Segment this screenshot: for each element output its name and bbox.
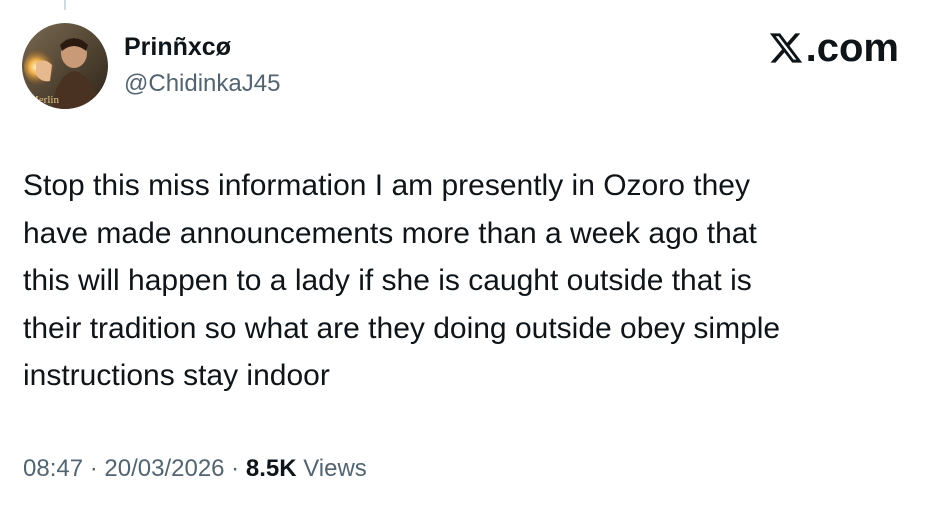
views-count: 8.5K (245, 455, 297, 482)
tweet-meta: 08:47 · 20/03/2026 · 8.5K Views (23, 455, 367, 483)
avatar-image: Merlin (22, 23, 108, 109)
tweet-line: Stop this miss information I am presentl… (23, 169, 750, 202)
avatar[interactable]: Merlin (22, 23, 108, 109)
thread-connector-line (64, 0, 66, 10)
x-logo-icon (769, 33, 802, 63)
tweet-time[interactable]: 08:47 (23, 455, 83, 482)
tweet-text: Stop this miss information I am presentl… (23, 162, 928, 400)
tweet-line: have made announcements more than a week… (23, 216, 757, 250)
meta-separator: · (224, 455, 246, 482)
brand-domain-text: .com (805, 26, 899, 70)
author-display-name[interactable]: Prinñxcø (124, 33, 231, 62)
avatar-caption: Merlin (29, 94, 59, 106)
tweet-line: instructions stay indoor (23, 359, 330, 392)
tweet-line: their tradition so what are they doing o… (23, 311, 781, 345)
tweet-date[interactable]: 20/03/2026 (104, 455, 224, 482)
views-label: Views (296, 455, 367, 482)
brand-watermark: .com (768, 28, 899, 68)
author-handle[interactable]: @ChidinkaJ45 (124, 70, 280, 98)
meta-separator: · (83, 455, 105, 482)
tweet-line: this will happen to a lady if she is cau… (23, 264, 752, 297)
